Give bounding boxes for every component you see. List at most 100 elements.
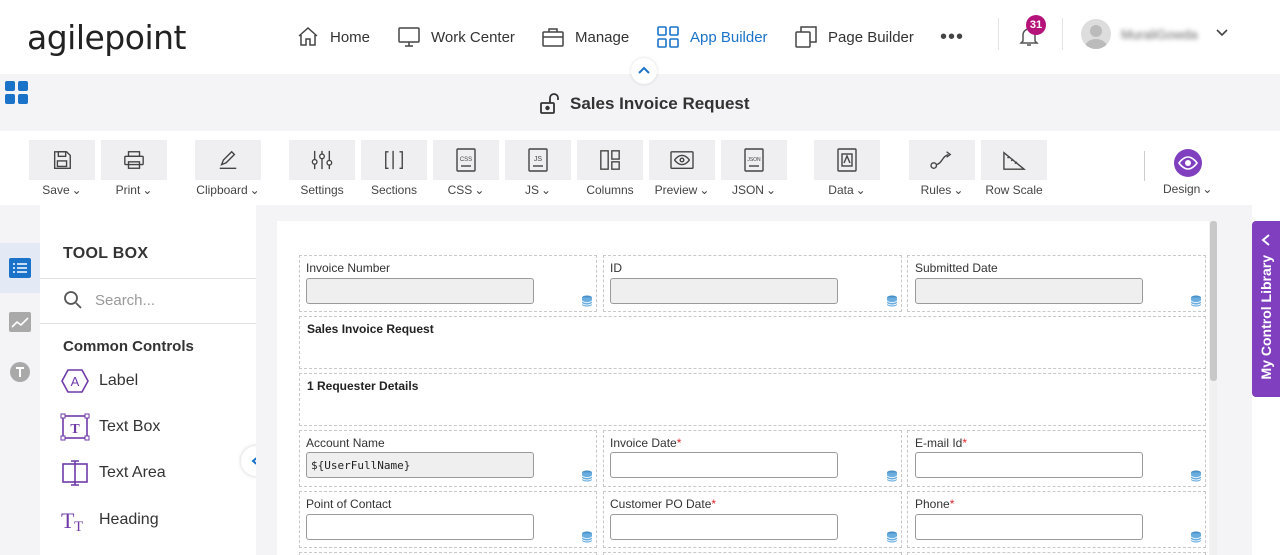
rules-icon (930, 151, 952, 169)
database-icon[interactable] (886, 469, 898, 487)
invoice-date-label: Invoice Date* (610, 436, 682, 450)
label-icon: A (61, 369, 89, 393)
more-menu-button[interactable]: ••• (940, 26, 964, 49)
toolbox-tab[interactable] (0, 243, 40, 293)
customer-po-date-field[interactable] (610, 514, 838, 540)
email-id-field[interactable] (915, 452, 1143, 478)
database-icon[interactable] (581, 469, 593, 487)
divider (998, 18, 999, 50)
settings-button[interactable]: Settings (289, 140, 355, 197)
common-controls-heading: Common Controls (63, 338, 194, 355)
row-scale-button[interactable]: Row Scale (981, 140, 1047, 197)
database-icon[interactable] (581, 294, 593, 312)
collapse-header-button[interactable] (631, 58, 657, 84)
sections-button[interactable]: Sections (361, 140, 427, 197)
pages-icon (795, 26, 817, 48)
section-title: 1 Requester Details (307, 379, 419, 393)
database-icon[interactable] (886, 294, 898, 312)
pencil-icon (219, 150, 237, 169)
print-button[interactable]: Print ⌄ (101, 140, 167, 197)
required-marker: * (676, 436, 682, 450)
rules-button[interactable]: Rules ⌄ (909, 140, 975, 197)
database-icon[interactable] (886, 530, 898, 548)
toolbox-item-textarea[interactable]: Text Area (60, 459, 166, 487)
database-icon[interactable] (1190, 530, 1202, 548)
preview-eye-icon (670, 151, 694, 169)
analytics-tab[interactable] (0, 297, 40, 347)
customer-po-date-label: Customer PO Date* (610, 497, 717, 511)
nav-work-center[interactable]: Work Center (397, 22, 515, 52)
nav-page-builder[interactable]: Page Builder (794, 22, 914, 52)
apps-grid-button[interactable] (5, 81, 29, 110)
agilepoint-logo[interactable]: agilepoint (27, 18, 186, 57)
preview-label: Preview (654, 183, 698, 197)
nav-manage[interactable]: Manage (541, 22, 629, 52)
divider (40, 323, 256, 324)
divider (40, 278, 256, 279)
avatar[interactable] (1081, 19, 1111, 49)
nav-app-builder[interactable]: App Builder (656, 22, 768, 52)
chevron-down-icon: ⌄ (699, 183, 710, 197)
chevron-down-icon: ⌄ (1202, 182, 1213, 196)
columns-button[interactable]: Columns (577, 140, 643, 197)
unlock-icon (540, 93, 559, 114)
account-name-field[interactable]: ${UserFullName} (306, 452, 534, 478)
nav-home[interactable]: Home (296, 22, 370, 52)
user-name[interactable]: MuraliGowda (1121, 27, 1198, 42)
section-container[interactable] (299, 373, 1206, 426)
toolbox-item-heading[interactable]: TT Heading (60, 506, 159, 534)
point-of-contact-field[interactable] (306, 514, 534, 540)
print-label: Print (115, 183, 141, 197)
save-button[interactable]: Save ⌄ (29, 140, 95, 197)
textarea-icon (62, 460, 88, 486)
rules-label: Rules (920, 183, 952, 197)
phone-field[interactable] (915, 514, 1143, 540)
css-file-icon: CSS (456, 148, 476, 172)
database-icon[interactable] (1190, 294, 1202, 312)
design-eye-icon (1173, 149, 1202, 177)
database-icon[interactable] (1190, 469, 1202, 487)
chevron-down-icon: ⌄ (474, 183, 485, 197)
point-of-contact-label: Point of Contact (306, 497, 392, 511)
chevron-down-icon: ⌄ (953, 183, 964, 197)
invoice-date-field[interactable] (610, 452, 838, 478)
preview-button[interactable]: Preview ⌄ (649, 140, 715, 197)
row-scale-label: Row Scale (985, 183, 1043, 197)
theme-t-icon (10, 362, 30, 382)
toolbox-search[interactable]: Search... (63, 290, 155, 310)
nav-page-builder-label: Page Builder (828, 28, 914, 46)
database-icon[interactable] (581, 530, 593, 548)
my-control-library-tab[interactable]: My Control Library (1252, 221, 1280, 397)
user-menu-chevron-icon[interactable] (1215, 26, 1229, 45)
clipboard-button[interactable]: Clipboard ⌄ (195, 140, 261, 197)
svg-text:CSS: CSS (460, 157, 472, 163)
data-label: Data (828, 183, 854, 197)
invoice-number-field[interactable] (306, 278, 534, 304)
js-button[interactable]: JS JS ⌄ (505, 140, 571, 197)
json-button[interactable]: JSON JSON ⌄ (721, 140, 787, 197)
briefcase-icon (542, 28, 564, 47)
required-marker: * (962, 436, 968, 450)
nav-app-builder-label: App Builder (690, 28, 768, 46)
design-button[interactable]: Design ⌄ (1163, 148, 1212, 196)
columns-label: Columns (586, 183, 634, 197)
id-field[interactable] (610, 278, 838, 304)
scrollbar-thumb[interactable] (1210, 221, 1217, 381)
css-button[interactable]: CSS CSS ⌄ (433, 140, 499, 197)
toolbox-item-textbox[interactable]: T Text Box (60, 413, 160, 441)
toolbox-item-text: Text Area (99, 464, 166, 481)
data-button[interactable]: Data ⌄ (814, 140, 880, 197)
submitted-date-field[interactable] (915, 278, 1143, 304)
email-id-label: E-mail Id* (915, 436, 968, 450)
theme-tab[interactable] (0, 347, 40, 397)
search-input[interactable]: Search... (95, 292, 155, 309)
chevron-up-icon (638, 66, 650, 74)
save-label: Save (42, 183, 70, 197)
account-name-label: Account Name (306, 436, 385, 450)
svg-text:T: T (70, 422, 80, 437)
css-label: CSS (447, 183, 473, 197)
notification-count-badge: 31 (1026, 15, 1046, 35)
section-container[interactable] (299, 316, 1206, 369)
toolbox-item-text: Text Box (99, 418, 161, 435)
toolbox-item-label[interactable]: A Label (60, 368, 138, 394)
